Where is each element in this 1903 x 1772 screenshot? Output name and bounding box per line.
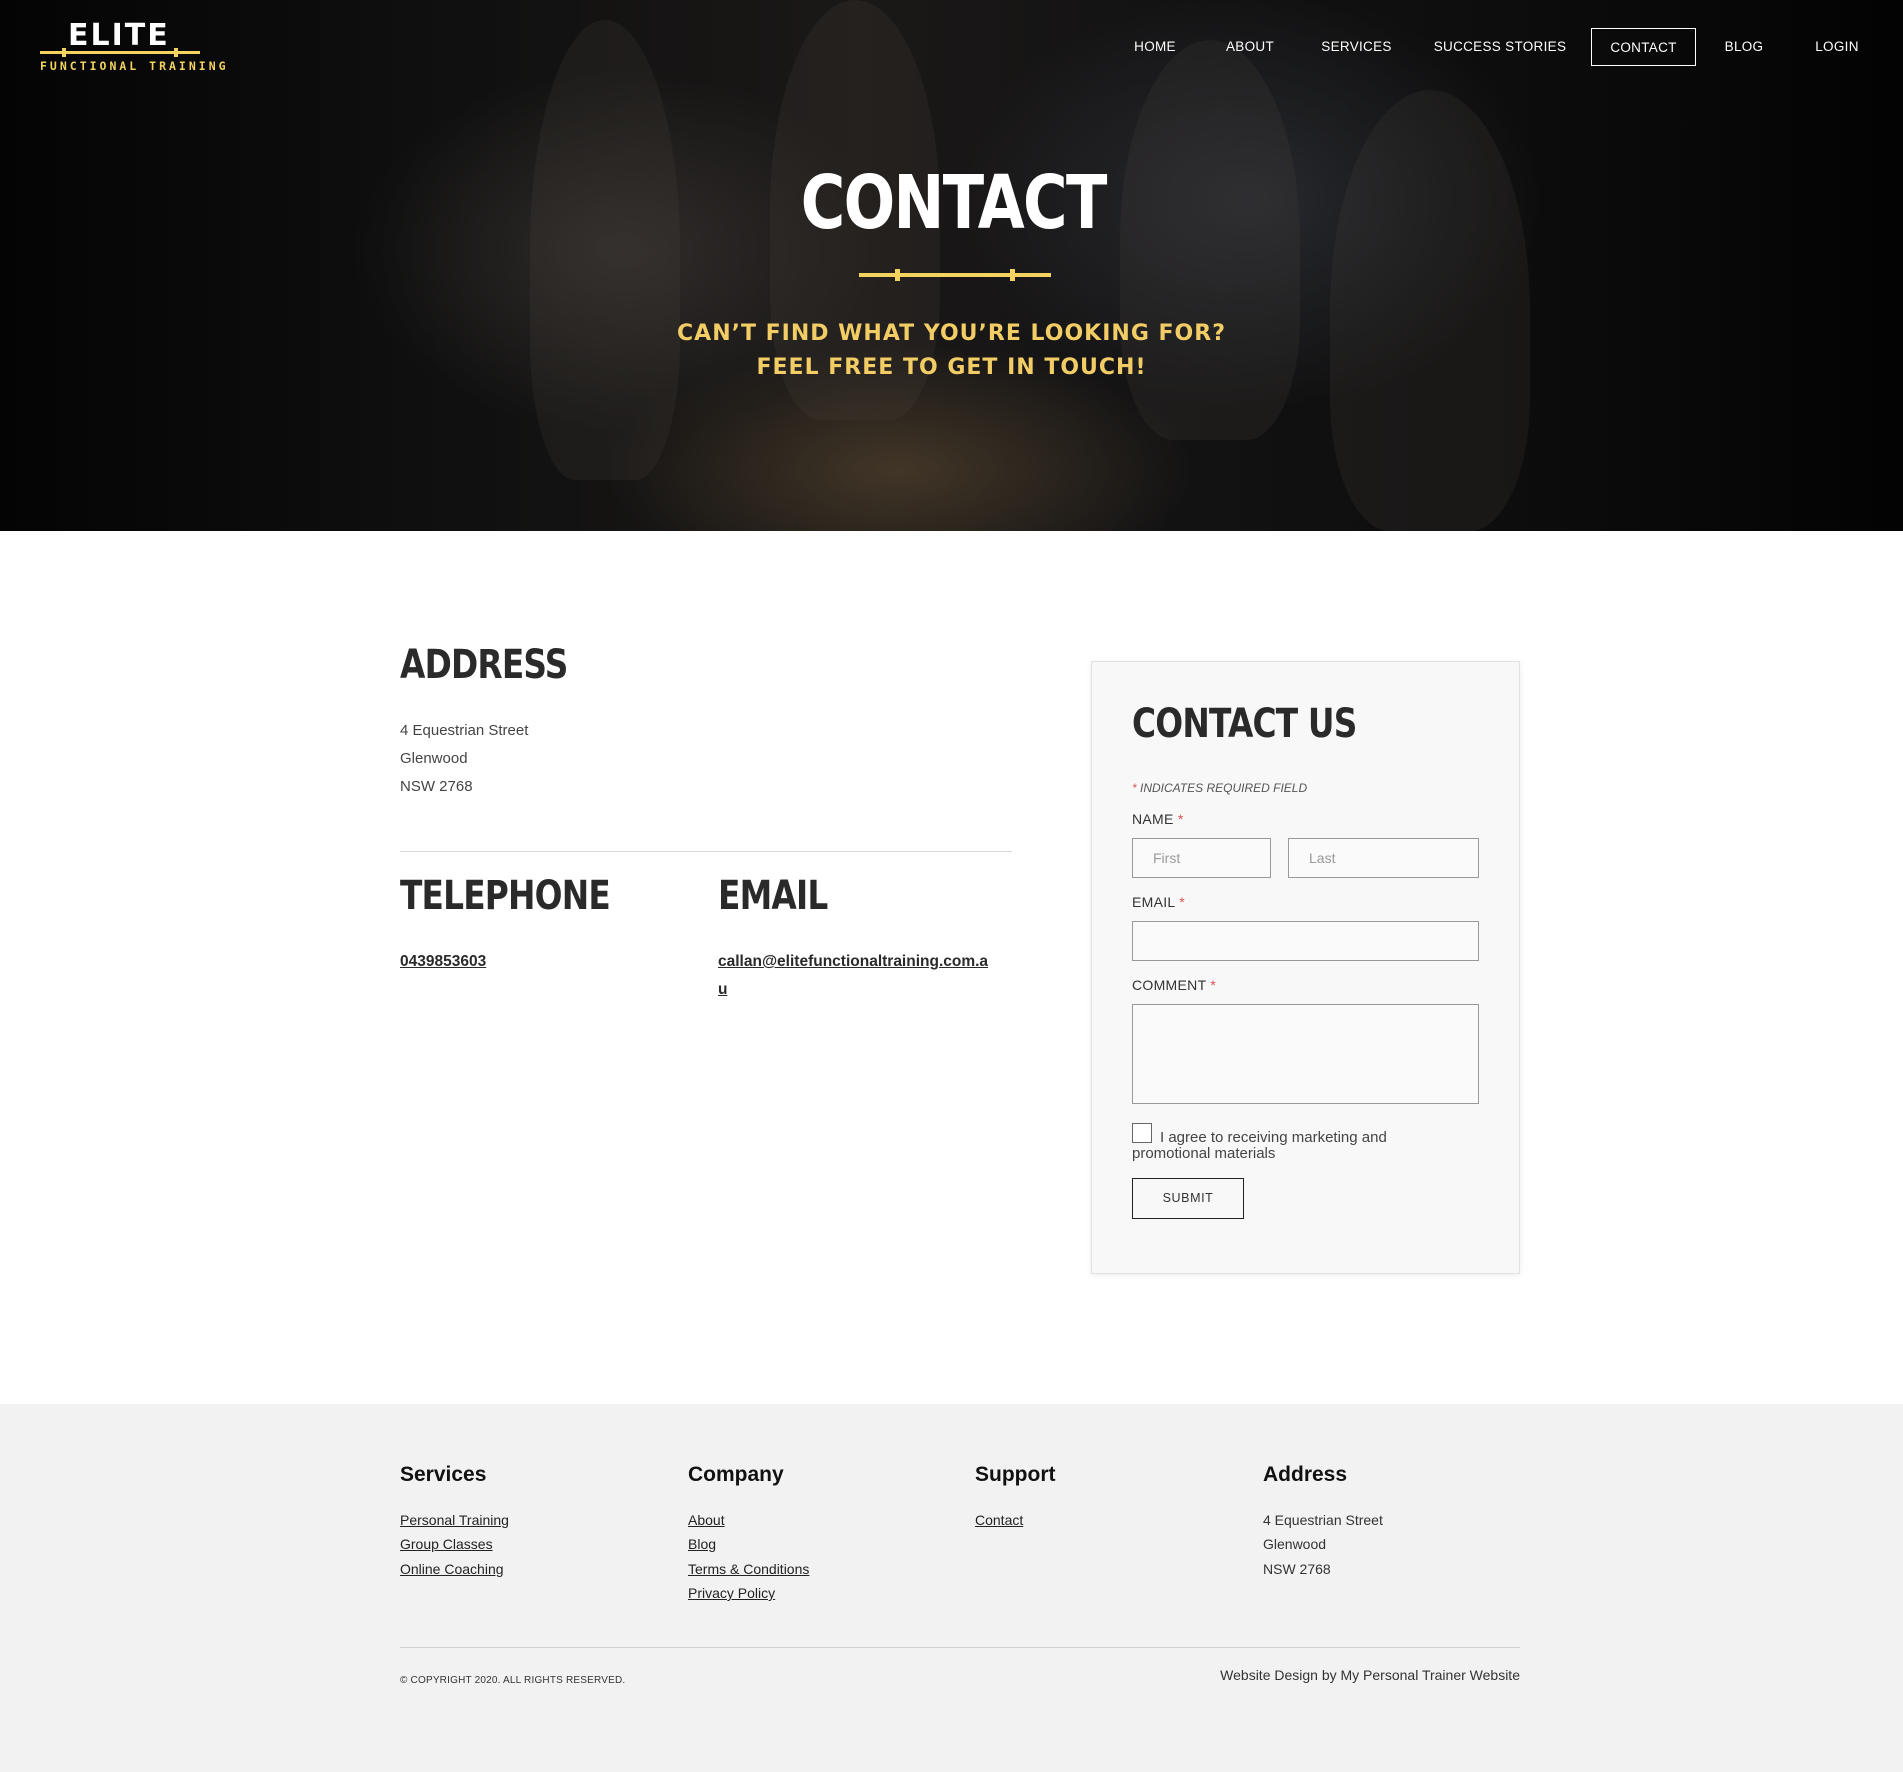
footer-company-heading: Company	[688, 1463, 784, 1486]
email-label-text: EMAIL	[1132, 894, 1175, 910]
hero-overlay	[0, 0, 1903, 531]
telephone-link[interactable]: 0439853603	[400, 948, 486, 976]
address-heading: ADDRESS	[400, 642, 568, 688]
nav-services[interactable]: SERVICES	[1310, 28, 1403, 66]
footer-link-blog[interactable]: Blog	[688, 1532, 716, 1557]
marketing-consent-label[interactable]: I agree to receiving marketing and promo…	[1132, 1130, 1432, 1162]
footer-address-line1: 4 Equestrian Street	[1263, 1512, 1383, 1528]
footer-support-heading: Support	[975, 1463, 1056, 1486]
footer-link-privacy[interactable]: Privacy Policy	[688, 1581, 775, 1606]
address-line2: Glenwood	[400, 750, 468, 767]
email-label: EMAIL *	[1132, 894, 1185, 910]
last-name-input[interactable]: Last	[1288, 838, 1479, 878]
nav-about[interactable]: ABOUT	[1213, 28, 1287, 66]
required-star: *	[1210, 977, 1217, 993]
footer-services-heading: Services	[400, 1463, 487, 1486]
nav-blog[interactable]: BLOG	[1713, 28, 1775, 66]
email-input[interactable]	[1132, 921, 1479, 961]
email-link[interactable]: callan@elitefunctionaltraining.com.a	[718, 948, 988, 976]
telephone-heading: TELEPHONE	[400, 873, 611, 919]
nav-home[interactable]: HOME	[1113, 28, 1197, 66]
footer-link-about[interactable]: About	[688, 1508, 725, 1533]
footer-address-line2: Glenwood	[1263, 1536, 1327, 1552]
email-link-wrap[interactable]: u	[718, 976, 727, 1004]
submit-button[interactable]: SUBMIT	[1132, 1178, 1244, 1219]
first-name-input[interactable]: First	[1132, 838, 1271, 878]
comment-label-text: COMMENT	[1132, 977, 1207, 993]
footer-link-personal-training[interactable]: Personal Training	[400, 1508, 509, 1533]
hero-divider-icon	[859, 269, 1051, 281]
address-line3: NSW 2768	[400, 778, 473, 795]
page-title: CONTACT	[800, 160, 1108, 246]
footer-address-heading: Address	[1263, 1463, 1348, 1486]
required-field-note: * INDICATES REQUIRED FIELD	[1132, 781, 1307, 795]
hero-subtitle-line2: FEEL FREE TO GET IN TOUCH!	[756, 355, 1147, 380]
address-line1: 4 Equestrian Street	[400, 722, 529, 739]
required-star: *	[1179, 894, 1185, 910]
form-title: CONTACT US	[1132, 701, 1357, 747]
footer-link-group-classes[interactable]: Group Classes	[400, 1532, 493, 1557]
email-heading: EMAIL	[718, 873, 828, 919]
nav-contact[interactable]: CONTACT	[1591, 28, 1696, 66]
logo-barbell-icon	[40, 48, 200, 57]
required-star: *	[1177, 811, 1184, 827]
footer-link-online-coaching[interactable]: Online Coaching	[400, 1557, 504, 1582]
brand-logo[interactable]: ELITE FUNCTIONAL TRAINING	[38, 18, 226, 74]
name-label: NAME *	[1132, 811, 1184, 827]
nav-login[interactable]: LOGIN	[1802, 28, 1872, 66]
hero-subtitle-line1: CAN’T FIND WHAT YOU’RE LOOKING FOR?	[677, 321, 1226, 346]
footer-divider	[400, 1647, 1520, 1648]
footer-link-contact[interactable]: Contact	[975, 1508, 1023, 1533]
footer	[0, 1404, 1903, 1772]
required-star: *	[1132, 781, 1137, 795]
nav-success-stories[interactable]: SUCCESS STORIES	[1427, 28, 1573, 66]
name-label-text: NAME	[1132, 811, 1174, 827]
logo-wordmark: ELITE	[68, 18, 170, 53]
required-note-text: INDICATES REQUIRED FIELD	[1140, 781, 1308, 795]
hero-banner	[0, 0, 1903, 531]
footer-address-line3: NSW 2768	[1263, 1561, 1331, 1577]
comment-textarea[interactable]	[1132, 1004, 1479, 1104]
footer-link-terms[interactable]: Terms & Conditions	[688, 1557, 809, 1582]
section-divider	[400, 851, 1012, 852]
comment-label: COMMENT *	[1132, 977, 1216, 993]
copyright-text: © COPYRIGHT 2020. ALL RIGHTS RESERVED.	[400, 1675, 626, 1686]
design-credit-link[interactable]: Website Design by My Personal Trainer We…	[1220, 1667, 1520, 1683]
logo-tagline: FUNCTIONAL TRAINING	[40, 59, 229, 73]
